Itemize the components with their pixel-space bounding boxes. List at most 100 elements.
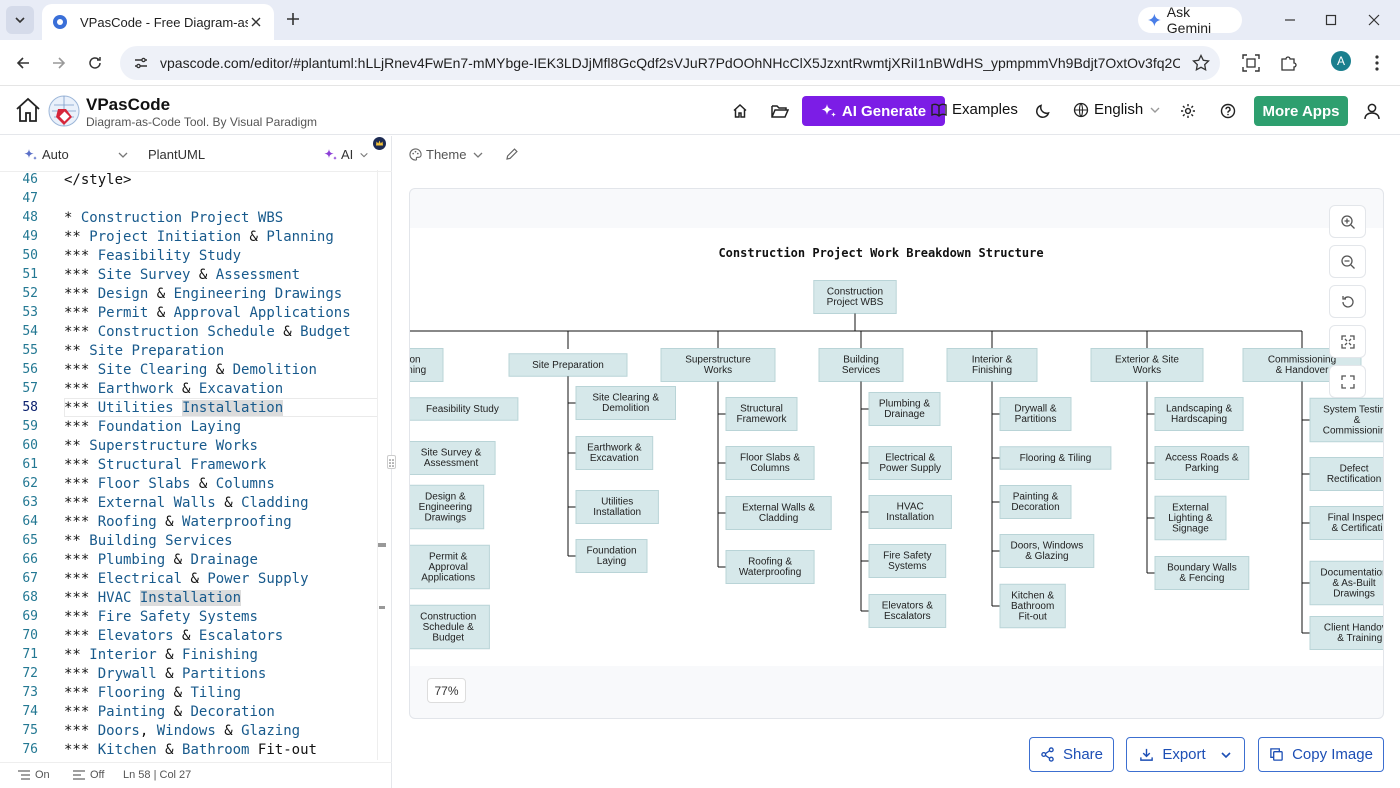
address-bar[interactable]: vpascode.com/editor/#plantuml:hLLjRnev4F… [120, 46, 1220, 80]
code-line[interactable]: 72 *** Drywall & Partitions [0, 664, 378, 683]
code-line[interactable]: 46 </style> [0, 170, 378, 189]
ai-generate-label: AI Generate [841, 102, 927, 120]
code-line[interactable]: 76 *** Kitchen & Bathroom Fit-out [0, 740, 378, 759]
code-line[interactable]: 49 ** Project Initiation & Planning [0, 227, 378, 246]
code-line[interactable]: 56 *** Site Clearing & Demolition [0, 360, 378, 379]
home-button[interactable] [14, 96, 42, 129]
back-button[interactable] [12, 52, 34, 74]
word-wrap-toggle[interactable]: On [18, 769, 50, 781]
help-button[interactable] [1218, 101, 1238, 121]
code-line[interactable]: 67 *** Electrical & Power Supply [0, 569, 378, 588]
url-text: vpascode.com/editor/#plantuml:hLLjRnev4F… [160, 55, 1180, 71]
code-line[interactable]: 53 *** Permit & Approval Applications [0, 303, 378, 322]
code-line[interactable]: 52 *** Design & Engineering Drawings [0, 284, 378, 303]
code-line[interactable]: 54 *** Construction Schedule & Budget [0, 322, 378, 341]
settings-button[interactable] [1178, 101, 1198, 121]
code-line[interactable]: 65 ** Building Services [0, 531, 378, 550]
maximize-icon [1325, 14, 1337, 26]
reload-button[interactable] [84, 52, 106, 74]
code-line[interactable]: 73 *** Flooring & Tiling [0, 683, 378, 702]
browser-menu-button[interactable] [1366, 52, 1388, 74]
leaf-node: Doors, Windows& Glazing [999, 534, 1095, 568]
code-line[interactable]: 59 *** Foundation Laying [0, 417, 378, 436]
window-close-button[interactable] [1364, 10, 1384, 30]
new-tab-button[interactable] [282, 8, 304, 30]
node-label: Kitchen & [1011, 590, 1054, 601]
code-line[interactable]: 47 [0, 189, 378, 208]
language-selector[interactable]: English [1073, 101, 1166, 118]
maximize-button[interactable] [1321, 10, 1341, 30]
mode-selector[interactable]: Auto [24, 147, 133, 162]
code-line[interactable]: 66 *** Plumbing & Drainage [0, 550, 378, 569]
mode-label: Auto [42, 147, 69, 162]
copy-image-button[interactable]: Copy Image [1258, 737, 1384, 772]
code-line[interactable]: 55 ** Site Preparation [0, 341, 378, 360]
diagram-canvas[interactable]: Construction Project Work Breakdown Stru… [409, 188, 1384, 719]
edit-style-button[interactable] [505, 147, 519, 166]
close-icon[interactable] [248, 14, 264, 30]
format-toggle[interactable]: Off [73, 769, 104, 781]
puzzle-icon [1281, 56, 1297, 71]
node-label: & Fencing [1179, 573, 1224, 584]
pane-splitter-handle[interactable] [387, 455, 396, 469]
node-label: Superstructure [685, 355, 751, 366]
leaf-node: Permit &ApprovalApplications [410, 544, 490, 590]
theme-label: Theme [426, 147, 467, 162]
line-number: 73 [22, 685, 38, 700]
app-home-nav-button[interactable] [730, 101, 750, 121]
gemini-label: Ask Gemini [1166, 4, 1212, 36]
code-line[interactable]: 64 *** Roofing & Waterproofing [0, 512, 378, 531]
word-wrap-value: On [35, 769, 50, 781]
open-folder-button[interactable] [770, 101, 790, 121]
code-line[interactable]: 51 *** Site Survey & Assessment [0, 265, 378, 284]
more-apps-button[interactable]: More Apps [1254, 96, 1348, 126]
code-line[interactable]: 63 *** External Walls & Cladding [0, 493, 378, 512]
share-button[interactable]: Share [1029, 737, 1114, 772]
language-label: English [1094, 101, 1144, 118]
line-number: 75 [22, 723, 38, 738]
ask-gemini-button[interactable]: Ask Gemini [1138, 4, 1242, 36]
zoom-in-button[interactable] [1329, 205, 1366, 238]
tab-search-button[interactable] [6, 6, 34, 34]
code-line[interactable]: 75 *** Doors, Windows & Glazing [0, 721, 378, 740]
code-text: *** Electrical & Power Supply [64, 570, 309, 587]
reset-zoom-button[interactable] [1329, 285, 1366, 318]
fullscreen-button[interactable] [1329, 365, 1366, 398]
dark-mode-toggle[interactable] [1033, 101, 1053, 121]
code-line[interactable]: 50 *** Feasibility Study [0, 246, 378, 265]
ai-generate-button[interactable]: AI Generate [802, 96, 945, 126]
export-button[interactable]: Export [1126, 737, 1245, 772]
forward-button[interactable] [48, 52, 70, 74]
leaf-node: External Walls &Cladding [725, 496, 832, 530]
theme-selector[interactable]: Theme [409, 147, 488, 162]
code-line[interactable]: 74 *** Painting & Decoration [0, 702, 378, 721]
editor-ai-selector[interactable]: AI [324, 147, 372, 162]
site-settings-icon[interactable] [130, 52, 152, 74]
code-line[interactable]: 60 ** Superstructure Works [0, 436, 378, 455]
fit-to-screen-button[interactable] [1329, 325, 1366, 358]
zoom-out-button[interactable] [1329, 245, 1366, 278]
code-line[interactable]: 69 *** Fire Safety Systems [0, 607, 378, 626]
code-line[interactable]: 57 *** Earthwork & Excavation [0, 379, 378, 398]
screen-capture-button[interactable] [1240, 52, 1262, 74]
code-line[interactable]: 71 ** Interior & Finishing [0, 645, 378, 664]
bookmark-button[interactable] [1190, 52, 1212, 74]
code-line[interactable]: 70 *** Elevators & Escalators [0, 626, 378, 645]
code-area[interactable]: 46 </style> 47 48 * Construction Project WBS… [0, 170, 378, 760]
extensions-button[interactable] [1277, 52, 1299, 74]
node-label: Framework [736, 414, 787, 425]
code-line[interactable]: 61 *** Structural Framework [0, 455, 378, 474]
leaf-node: Feasibility Study [410, 397, 519, 421]
user-account-button[interactable] [1362, 101, 1382, 121]
code-line[interactable]: 62 *** Floor Slabs & Columns [0, 474, 378, 493]
browser-tab[interactable]: VPasCode - Free Diagram-as-Co [42, 4, 274, 40]
examples-button[interactable]: Examples [931, 101, 1018, 118]
code-text: *** Kitchen & Bathroom Fit-out [64, 741, 317, 758]
profile-avatar[interactable]: A [1331, 51, 1351, 71]
line-number: 56 [22, 362, 38, 377]
code-text: *** Roofing & Waterproofing [64, 513, 292, 530]
code-line[interactable]: 48 * Construction Project WBS [0, 208, 378, 227]
preview-toolbar: Theme [393, 136, 1400, 172]
code-line[interactable]: 68 *** HVAC Installation [0, 588, 378, 607]
minimize-button[interactable] [1280, 10, 1300, 30]
